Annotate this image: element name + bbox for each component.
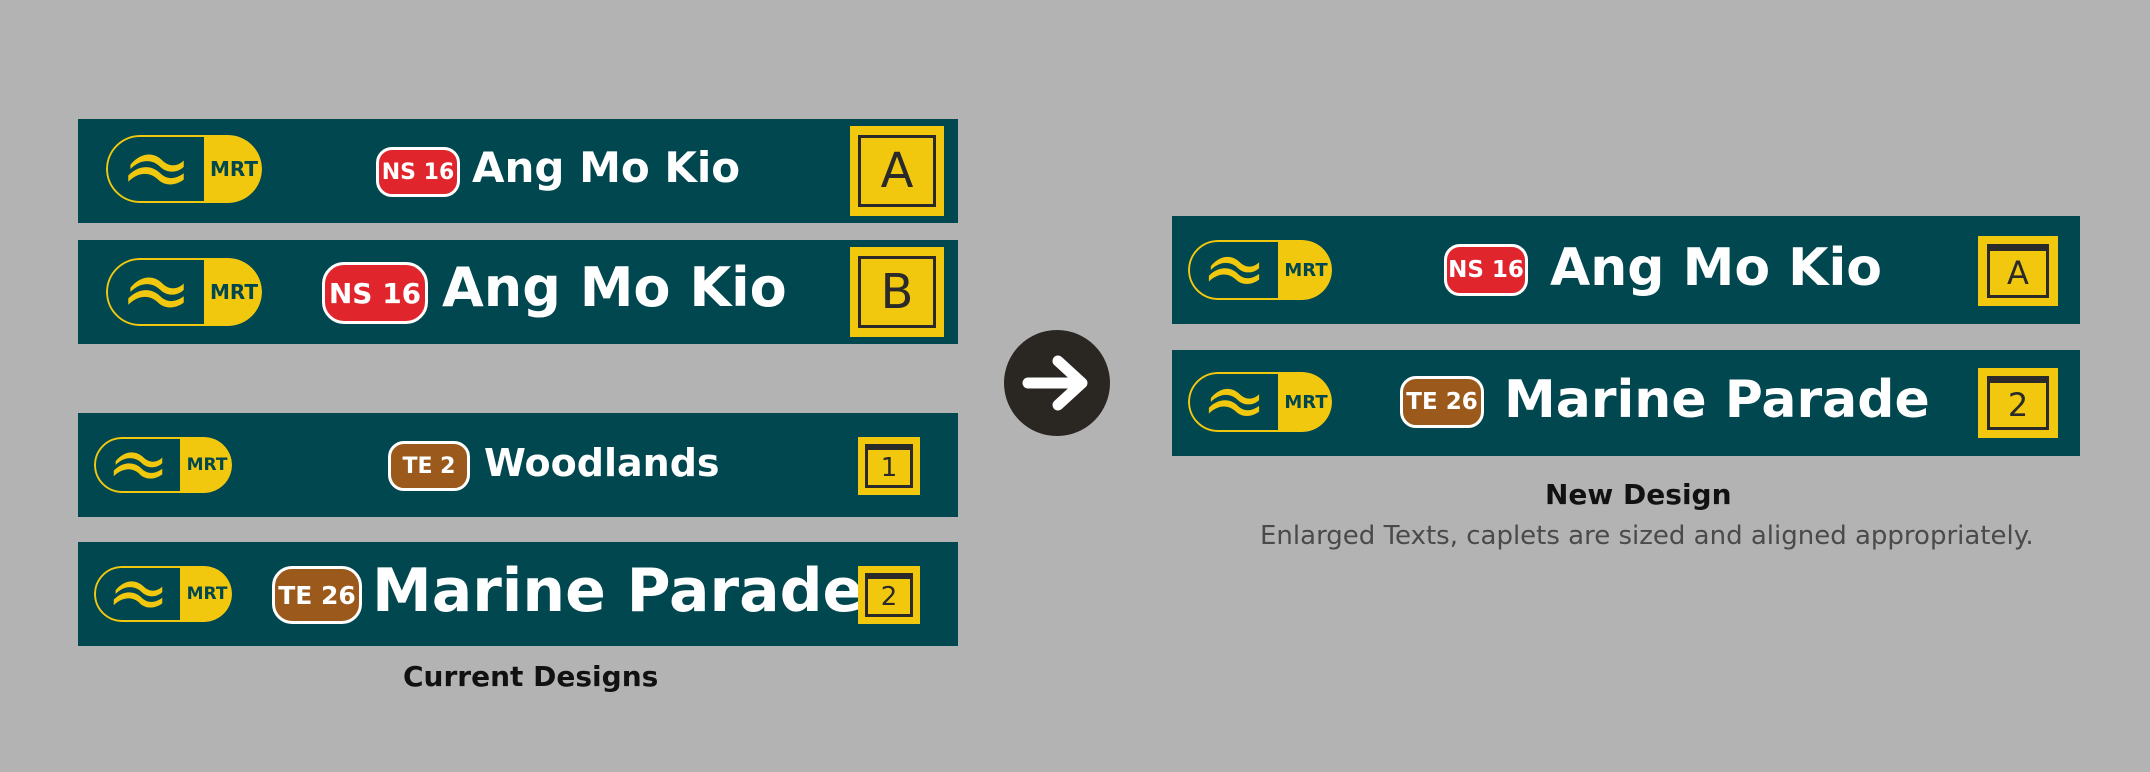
mrt-emblem-icon [106,135,206,203]
arrow-right-icon [1004,330,1110,436]
mrt-logo: MRT [1188,240,1332,300]
mrt-text: MRT [1280,372,1332,432]
new-sign-marine-parade: MRT TE 26 Marine Parade 2 [1172,350,2080,456]
mrt-logo: MRT [1188,372,1332,432]
exit-badge: A [1978,236,2058,306]
new-design-caption: New Design [1545,478,1732,511]
exit-number: 2 [1987,376,2049,430]
mrt-emblem-icon [106,258,206,326]
mrt-emblem-icon [94,437,182,493]
station-code-caplet: NS 16 [322,262,428,324]
mrt-text: MRT [206,135,262,203]
exit-badge: 2 [1978,368,2058,438]
mrt-logo: MRT [94,566,232,622]
mrt-text: MRT [206,258,262,326]
station-name: Marine Parade [372,556,864,626]
mrt-text: MRT [182,437,232,493]
exit-letter: A [858,135,936,207]
station-code-caplet: NS 16 [376,147,460,197]
station-name: Marine Parade [1504,370,1930,430]
mrt-text: MRT [1280,240,1332,300]
mrt-emblem-icon [1188,240,1280,300]
exit-badge: A [850,126,944,216]
current-sign-woodlands: MRT TE 2 Woodlands 1 [78,413,958,517]
new-sign-ang-mo-kio: MRT NS 16 Ang Mo Kio A [1172,216,2080,324]
station-code-caplet: NS 16 [1444,244,1528,296]
new-design-subcaption: Enlarged Texts, caplets are sized and al… [1260,521,2034,551]
exit-number: 2 [865,573,913,617]
exit-number: 1 [865,444,913,488]
current-sign-marine-parade: MRT TE 26 Marine Parade 2 [78,542,958,646]
current-sign-ang-mo-kio-b: MRT NS 16 Ang Mo Kio B [78,240,958,344]
station-code-caplet: TE 2 [388,441,470,491]
exit-badge: 2 [858,566,920,624]
current-sign-ang-mo-kio-a: MRT NS 16 Ang Mo Kio A [78,119,958,223]
mrt-logo: MRT [94,437,232,493]
mrt-text: MRT [182,566,232,622]
station-code-caplet: TE 26 [272,566,362,624]
exit-letter: A [1987,244,2049,298]
station-name: Ang Mo Kio [1550,238,1883,298]
exit-letter: B [858,256,936,328]
station-code-caplet: TE 26 [1400,376,1484,428]
station-name: Ang Mo Kio [442,256,787,319]
mrt-emblem-icon [94,566,182,622]
exit-badge: B [850,247,944,337]
mrt-logo: MRT [106,258,262,326]
station-name: Woodlands [484,441,720,485]
current-designs-caption: Current Designs [403,660,659,693]
mrt-emblem-icon [1188,372,1280,432]
exit-badge: 1 [858,437,920,495]
station-name: Ang Mo Kio [472,143,741,192]
mrt-logo: MRT [106,135,262,203]
